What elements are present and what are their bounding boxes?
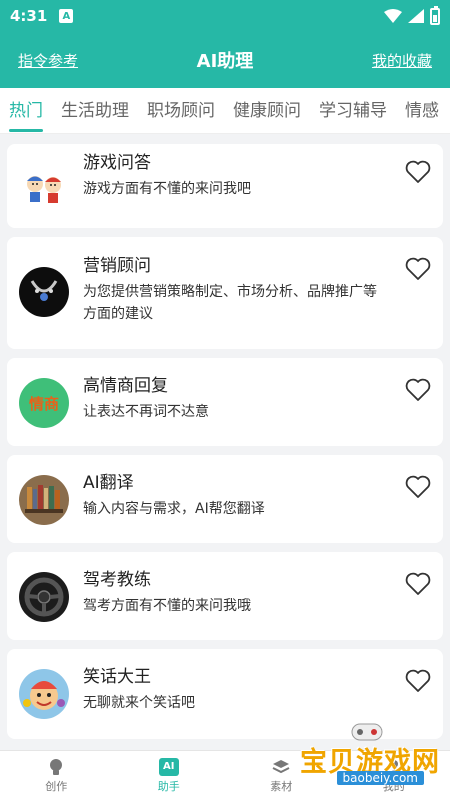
- card-title: AI翻译: [83, 473, 134, 493]
- category-tabs: 热门 生活助理 职场顾问 健康顾问 学习辅导 情感: [0, 88, 450, 134]
- favorite-heart-icon[interactable]: [405, 572, 431, 596]
- favorite-heart-icon[interactable]: [405, 669, 431, 693]
- tab-career-advisor[interactable]: 职场顾问: [138, 88, 224, 133]
- tab-health-advisor[interactable]: 健康顾问: [224, 88, 310, 133]
- favorite-heart-icon[interactable]: [405, 257, 431, 281]
- card-text: 驾考教练 驾考方面有不懂的来问我哦: [83, 569, 251, 617]
- nav-label: 素材: [270, 779, 293, 793]
- user-icon: [384, 758, 404, 776]
- card-title: 驾考教练: [83, 570, 151, 590]
- app-bar: 指令参考 AI助理 我的收藏: [0, 32, 450, 88]
- card-description: 游戏方面有不懂的来问我吧: [83, 181, 251, 197]
- status-icons: [384, 5, 440, 25]
- favorite-heart-icon[interactable]: [405, 160, 431, 184]
- card-text: 高情商回复 让表达不再词不达意: [83, 375, 209, 423]
- card-text: 游戏问答 游戏方面有不懂的来问我吧: [83, 152, 251, 200]
- cartoon-kids-icon: [19, 164, 69, 214]
- command-reference-link[interactable]: 指令参考: [18, 50, 78, 71]
- assistant-card-game-qa[interactable]: 游戏问答 游戏方面有不懂的来问我吧: [7, 144, 443, 228]
- card-title: 游戏问答: [83, 153, 151, 173]
- battery-icon: [430, 5, 440, 25]
- status-time: 4:31: [10, 7, 48, 25]
- card-text: AI翻译 输入内容与需求，AI帮您翻译: [83, 472, 265, 520]
- nav-label: 我的: [382, 779, 405, 793]
- nav-assistant[interactable]: AI 助手: [113, 751, 226, 800]
- ai-icon: AI: [158, 757, 179, 776]
- assistant-card-eq-reply[interactable]: 情商 高情商回复 让表达不再词不达意: [7, 358, 443, 446]
- card-description: 输入内容与需求，AI帮您翻译: [83, 501, 265, 517]
- badge-text-icon: 情商: [19, 378, 69, 428]
- clown-icon: [19, 669, 69, 719]
- favorite-heart-icon[interactable]: [405, 378, 431, 402]
- ai-icon-text: AI: [163, 761, 175, 772]
- card-text: 笑话大王 无聊就来个笑话吧: [83, 666, 195, 714]
- card-description: 驾考方面有不懂的来问我哦: [83, 598, 251, 614]
- nav-mine[interactable]: 我的: [338, 751, 450, 800]
- card-description: 让表达不再词不达意: [83, 404, 209, 420]
- assistant-card-marketing[interactable]: 营销顾问 为您提供营销策略制定、市场分析、品牌推广等方面的建议: [7, 237, 443, 349]
- page-title: AI助理: [196, 51, 254, 72]
- wifi-icon: [384, 9, 402, 23]
- assistant-card-driving-coach[interactable]: 驾考教练 驾考方面有不懂的来问我哦: [7, 552, 443, 640]
- nav-materials[interactable]: 素材: [225, 751, 338, 800]
- tab-study-tutor[interactable]: 学习辅导: [310, 88, 396, 133]
- status-bar: 4:31 A: [0, 0, 450, 32]
- bottom-nav: 创作 AI 助手 素材 我的: [0, 750, 450, 800]
- card-description: 无聊就来个笑话吧: [83, 695, 195, 711]
- signal-icon: [408, 9, 424, 23]
- tab-life-assistant[interactable]: 生活助理: [52, 88, 138, 133]
- assistant-card-joke-king[interactable]: 笑话大王 无聊就来个笑话吧: [7, 649, 443, 739]
- card-text: 营销顾问 为您提供营销策略制定、市场分析、品牌推广等方面的建议: [83, 255, 387, 325]
- assistant-card-ai-translate[interactable]: AI翻译 输入内容与需求，AI帮您翻译: [7, 455, 443, 543]
- assistant-list: 游戏问答 游戏方面有不懂的来问我吧 营销顾问 为您提供营销策略制定、市场分析、品…: [0, 134, 450, 750]
- steering-wheel-icon: [19, 572, 69, 622]
- card-title: 营销顾问: [83, 256, 151, 276]
- layers-icon: [271, 758, 291, 776]
- card-description: 为您提供营销策略制定、市场分析、品牌推广等方面的建议: [83, 284, 377, 322]
- favorite-heart-icon[interactable]: [405, 475, 431, 499]
- card-title: 高情商回复: [83, 376, 168, 396]
- bookshelf-icon: [19, 475, 69, 525]
- bulb-icon: [46, 758, 66, 776]
- my-favorites-link[interactable]: 我的收藏: [372, 50, 432, 71]
- necklace-icon: [19, 267, 69, 317]
- card-title: 笑话大王: [83, 667, 151, 687]
- nav-label: 助手: [157, 779, 180, 793]
- tab-emotion[interactable]: 情感: [396, 88, 448, 133]
- tab-hot[interactable]: 热门: [0, 88, 52, 133]
- nav-label: 创作: [45, 779, 68, 793]
- nav-create[interactable]: 创作: [0, 751, 113, 800]
- badge-text: 情商: [28, 394, 59, 413]
- notification-app-icon: A: [59, 9, 74, 23]
